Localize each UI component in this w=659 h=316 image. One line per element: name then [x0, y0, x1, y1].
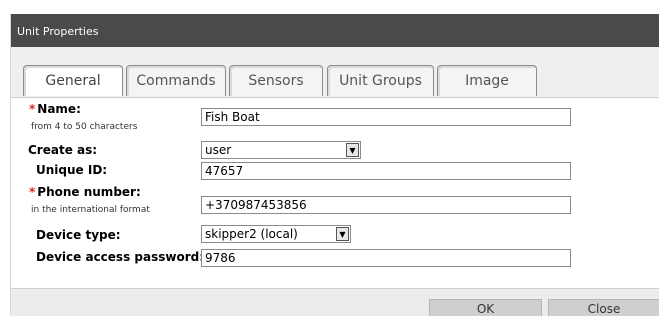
required-mark: * [29, 185, 36, 199]
phone-input[interactable] [201, 196, 571, 214]
tab-image[interactable]: Image [437, 65, 537, 96]
chevron-down-icon[interactable]: ▼ [346, 143, 359, 157]
device-type-value: skipper2 (local) [205, 227, 298, 241]
tab-strip: General Commands Sensors Unit Groups Ima… [11, 47, 659, 98]
tab-sensors[interactable]: Sensors [229, 65, 323, 96]
tab-commands[interactable]: Commands [126, 65, 226, 96]
name-input[interactable] [201, 108, 571, 126]
dialog-title: Unit Properties [11, 14, 659, 47]
device-type-select[interactable]: skipper2 (local) ▼ [201, 225, 351, 243]
password-input[interactable] [201, 249, 571, 267]
chevron-down-icon[interactable]: ▼ [336, 227, 349, 241]
device-type-label: Device type: [36, 228, 121, 242]
required-mark: * [29, 102, 36, 116]
tab-unit-groups[interactable]: Unit Groups [327, 65, 434, 96]
phone-label: * Phone number: [29, 185, 141, 199]
dialog-footer: OK Close [11, 288, 659, 316]
name-hint: from 4 to 50 characters [31, 122, 138, 132]
unique-id-input[interactable] [201, 162, 571, 180]
create-as-label: Create as: [28, 143, 98, 157]
create-as-select[interactable]: user ▼ [201, 141, 361, 159]
unique-id-label: Unique ID: [36, 163, 108, 177]
password-label: Device access password: [36, 250, 204, 264]
name-label: * Name: [29, 102, 81, 116]
create-as-value: user [205, 143, 232, 157]
general-form: *Name: from 4 to 50 characters Create as… [11, 98, 659, 288]
tab-general[interactable]: General [23, 65, 123, 96]
phone-hint: in the international format [31, 205, 150, 215]
ok-button[interactable]: OK [429, 299, 542, 316]
unit-properties-dialog: Unit Properties General Commands Sensors… [10, 14, 659, 316]
close-button[interactable]: Close [548, 299, 659, 316]
